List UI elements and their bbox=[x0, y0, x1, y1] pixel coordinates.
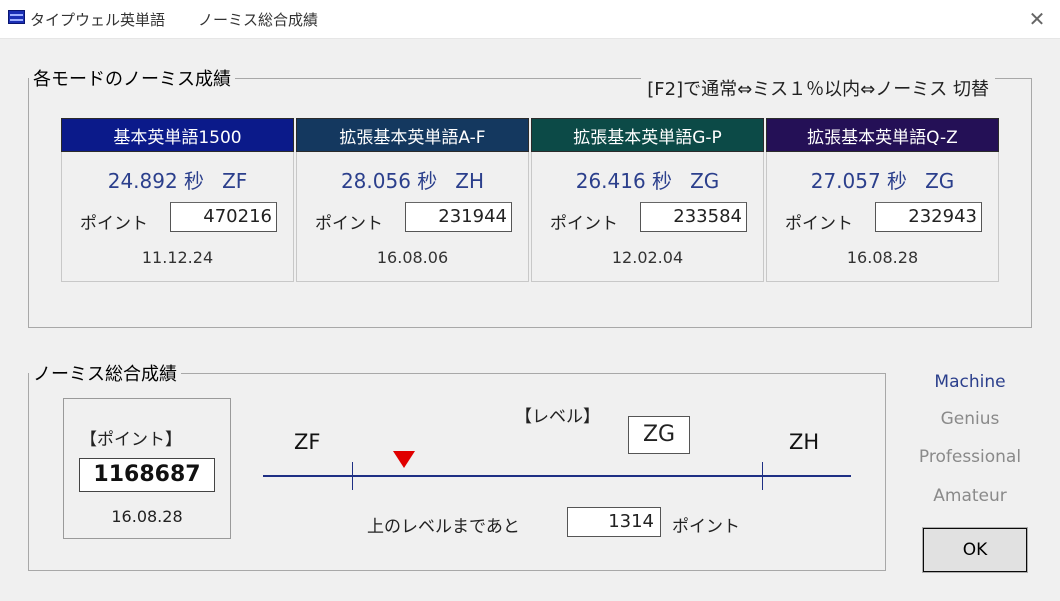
rank-professional: Professional bbox=[918, 447, 1022, 467]
mode-time: 27.057 秒 bbox=[810, 169, 908, 193]
mode-card-body: 24.892 秒 ZF ポイント 470216 11.12.24 bbox=[61, 152, 294, 282]
mode-time: 24.892 秒 bbox=[107, 169, 205, 193]
mode-point-label: ポイント bbox=[785, 214, 853, 234]
mode-time-row: 26.416 秒 ZG bbox=[532, 165, 763, 194]
mode-points-field: 233584 bbox=[640, 202, 747, 232]
mode-level: ZG bbox=[690, 169, 720, 193]
mode-card-ext-qz: 拡張基本英単語Q-Z 27.057 秒 ZG ポイント 232943 16.08.… bbox=[766, 118, 999, 294]
upper-level-label: ZH bbox=[789, 430, 820, 454]
mode-card-header: 拡張基本英単語A-F bbox=[296, 118, 529, 152]
lower-level-label: ZF bbox=[294, 430, 321, 454]
rank-amateur: Amateur bbox=[933, 486, 1007, 506]
mode-date: 12.02.04 bbox=[611, 248, 684, 267]
total-points-title: 【ポイント】 bbox=[80, 430, 182, 450]
level-position-marker bbox=[393, 451, 415, 468]
mode-time-row: 24.892 秒 ZF bbox=[62, 165, 293, 194]
mode-points-field: 232943 bbox=[875, 202, 982, 232]
remaining-unit: ポイント bbox=[672, 517, 740, 537]
mode-time-row: 28.056 秒 ZH bbox=[297, 165, 528, 194]
mode-card-body: 27.057 秒 ZG ポイント 232943 16.08.28 bbox=[766, 152, 999, 282]
mode-level: ZH bbox=[455, 169, 485, 193]
modes-group-legend: 各モードのノーミス成績 bbox=[33, 69, 231, 90]
scale-tick-upper bbox=[762, 462, 763, 490]
total-points-panel: 【ポイント】 1168687 16.08.28 bbox=[63, 398, 231, 539]
ok-button[interactable]: OK bbox=[922, 527, 1028, 573]
mode-level: ZF bbox=[222, 169, 248, 193]
mode-card-header: 拡張基本英単語Q-Z bbox=[766, 118, 999, 152]
mode-card-header: 基本英単語1500 bbox=[61, 118, 294, 152]
close-icon[interactable]: ✕ bbox=[1014, 0, 1060, 38]
mode-card-ext-gp: 拡張基本英単語G-P 26.416 秒 ZG ポイント 233584 12.02.… bbox=[531, 118, 764, 294]
mode-cards: 基本英単語1500 24.892 秒 ZF ポイント 470216 11.12.2… bbox=[61, 118, 1001, 294]
mode-level: ZG bbox=[925, 169, 955, 193]
mode-point-label: ポイント bbox=[550, 214, 618, 234]
total-points-field: 1168687 bbox=[79, 458, 215, 492]
scale-tick-lower bbox=[352, 462, 353, 490]
title-bar: タイプウェル英単語 ノーミス総合成績 ✕ bbox=[0, 0, 1060, 39]
mode-card-header: 拡張基本英単語G-P bbox=[531, 118, 764, 152]
rank-machine: Machine bbox=[934, 372, 1006, 392]
app-title: タイプウェル英単語 bbox=[30, 11, 166, 29]
total-group-legend: ノーミス総合成績 bbox=[33, 364, 177, 385]
current-level-field: ZG bbox=[628, 416, 690, 454]
mode-date: 16.08.06 bbox=[376, 248, 449, 267]
level-title: 【レベル】 bbox=[515, 407, 600, 427]
mode-card-body: 28.056 秒 ZH ポイント 231944 16.08.06 bbox=[296, 152, 529, 282]
app-icon[interactable] bbox=[8, 10, 25, 24]
remaining-points-field: 1314 bbox=[567, 507, 661, 537]
total-points-date: 16.08.28 bbox=[111, 507, 183, 526]
mode-time-row: 27.057 秒 ZG bbox=[767, 165, 998, 194]
mode-card-ext-af: 拡張基本英単語A-F 28.056 秒 ZH ポイント 231944 16.08.… bbox=[296, 118, 529, 294]
mode-time: 28.056 秒 bbox=[340, 169, 438, 193]
window-subtitle: ノーミス総合成績 bbox=[198, 11, 319, 29]
mode-time: 26.416 秒 bbox=[575, 169, 673, 193]
mode-card-body: 26.416 秒 ZG ポイント 233584 12.02.04 bbox=[531, 152, 764, 282]
mode-points-field: 470216 bbox=[170, 202, 277, 232]
rank-genius: Genius bbox=[940, 409, 1000, 429]
mode-date: 16.08.28 bbox=[846, 248, 919, 267]
remaining-label: 上のレベルまであと bbox=[367, 517, 520, 537]
mode-point-label: ポイント bbox=[80, 214, 148, 234]
mode-card-basic: 基本英単語1500 24.892 秒 ZF ポイント 470216 11.12.2… bbox=[61, 118, 294, 294]
mode-date: 11.12.24 bbox=[141, 248, 214, 267]
mode-points-field: 231944 bbox=[405, 202, 512, 232]
f2-toggle-hint: [F2]で通常⇔ミス１％以内⇔ノーミス 切替 bbox=[641, 75, 995, 101]
mode-point-label: ポイント bbox=[315, 214, 383, 234]
